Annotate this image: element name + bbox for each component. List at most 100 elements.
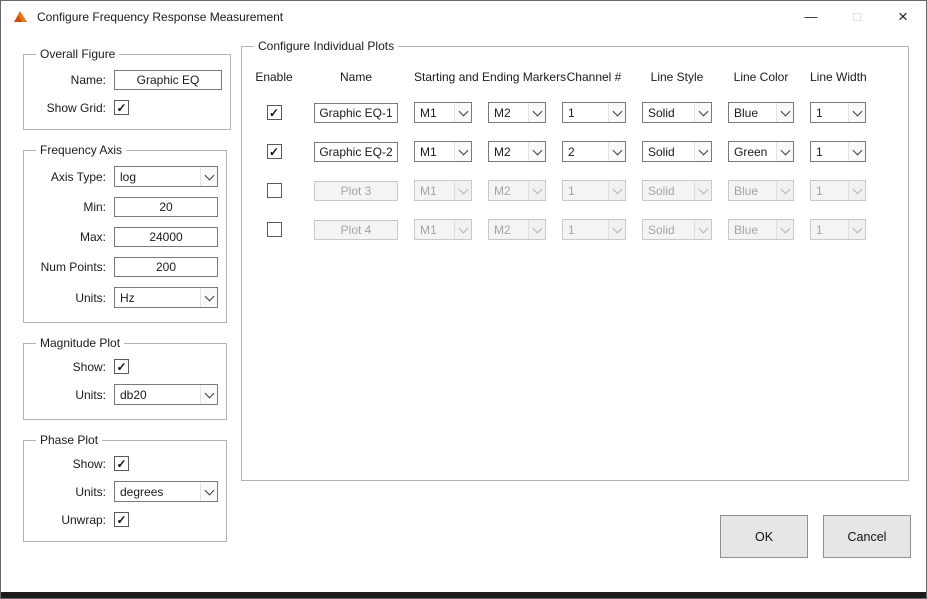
chevron-down-icon — [694, 142, 711, 161]
window-controls: — □ × — [788, 1, 926, 32]
plot4-start-marker-dropdown: M1 — [414, 219, 472, 240]
plots-header-row: Enable Name Starting and Ending Markers … — [250, 70, 900, 84]
unwrap-checkbox[interactable]: ✓ — [114, 512, 129, 527]
maximize-button[interactable]: □ — [834, 1, 880, 32]
phase-plot-group: Phase Plot Show: ✓ Units: degrees Unwrap… — [23, 433, 227, 542]
configure-individual-plots-group: Configure Individual Plots Enable Name S… — [241, 39, 909, 481]
chevron-down-icon — [776, 220, 793, 239]
header-line-style: Line Style — [642, 70, 712, 84]
plot1-start-marker-dropdown[interactable]: M1 — [414, 102, 472, 123]
plot4-line-width-dropdown: 1 — [810, 219, 866, 240]
plot3-start-marker-dropdown: M1 — [414, 180, 472, 201]
plot2-start-marker-dropdown[interactable]: M1 — [414, 141, 472, 162]
header-enable: Enable — [250, 70, 298, 84]
plot3-line-style-dropdown: Solid — [642, 180, 712, 201]
chevron-down-icon — [608, 181, 625, 200]
cancel-button[interactable]: Cancel — [823, 515, 911, 558]
chevron-down-icon — [528, 103, 545, 122]
chevron-down-icon — [200, 167, 217, 186]
plot2-name-input[interactable] — [314, 142, 398, 162]
plot2-enable-checkbox[interactable]: ✓ — [267, 144, 282, 159]
figure-name-label: Name: — [32, 73, 106, 87]
chevron-down-icon — [200, 385, 217, 404]
plot1-name-input[interactable] — [314, 103, 398, 123]
plot1-line-style-dropdown[interactable]: Solid — [642, 102, 712, 123]
header-line-color: Line Color — [728, 70, 794, 84]
left-settings-column: Overall Figure Name: Show Grid: ✓ Freque… — [23, 47, 223, 555]
plot1-channel-dropdown[interactable]: 1 — [562, 102, 626, 123]
axis-type-label: Axis Type: — [32, 170, 106, 184]
plot-row-1: ✓ M1 M2 1 Solid Blue 1 — [250, 102, 900, 123]
plot4-name-input — [314, 220, 398, 240]
plot2-line-color-dropdown[interactable]: Green — [728, 141, 794, 162]
dialog-window: Configure Frequency Response Measurement… — [0, 0, 927, 599]
freq-max-label: Max: — [32, 230, 106, 244]
plot1-enable-checkbox[interactable]: ✓ — [267, 105, 282, 120]
minimize-button[interactable]: — — [788, 1, 834, 32]
chevron-down-icon — [528, 220, 545, 239]
plot-row-4: M1 M2 1 Solid Blue 1 — [250, 219, 900, 240]
plot4-enable-checkbox[interactable] — [267, 222, 282, 237]
plot4-line-color-dropdown: Blue — [728, 219, 794, 240]
freq-max-input[interactable] — [114, 227, 218, 247]
plot2-channel-dropdown[interactable]: 2 — [562, 141, 626, 162]
freq-min-input[interactable] — [114, 197, 218, 217]
chevron-down-icon — [608, 220, 625, 239]
freq-min-label: Min: — [32, 200, 106, 214]
plot2-line-width-dropdown[interactable]: 1 — [810, 141, 866, 162]
plot3-line-color-dropdown: Blue — [728, 180, 794, 201]
chevron-down-icon — [776, 181, 793, 200]
unwrap-label: Unwrap: — [32, 513, 106, 527]
plot1-line-width-dropdown[interactable]: 1 — [810, 102, 866, 123]
freq-units-dropdown[interactable]: Hz — [114, 287, 218, 308]
magnitude-units-dropdown[interactable]: db20 — [114, 384, 218, 405]
chevron-down-icon — [454, 103, 471, 122]
magnitude-units-label: Units: — [32, 388, 106, 402]
num-points-label: Num Points: — [32, 260, 106, 274]
show-grid-label: Show Grid: — [32, 101, 106, 115]
header-line-width: Line Width — [810, 70, 866, 84]
ok-button[interactable]: OK — [720, 515, 808, 558]
header-name: Name — [314, 70, 398, 84]
frequency-axis-group-title: Frequency Axis — [36, 143, 126, 157]
chevron-down-icon — [608, 103, 625, 122]
show-grid-checkbox[interactable]: ✓ — [114, 100, 129, 115]
window-title: Configure Frequency Response Measurement — [37, 10, 283, 24]
chevron-down-icon — [608, 142, 625, 161]
plot1-line-color-dropdown[interactable]: Blue — [728, 102, 794, 123]
num-points-input[interactable] — [114, 257, 218, 277]
chevron-down-icon — [528, 181, 545, 200]
figure-name-input[interactable] — [114, 70, 222, 90]
plot3-enable-checkbox[interactable] — [267, 183, 282, 198]
chevron-down-icon — [528, 142, 545, 161]
chevron-down-icon — [200, 482, 217, 501]
chevron-down-icon — [776, 103, 793, 122]
plot-row-3: M1 M2 1 Solid Blue 1 — [250, 180, 900, 201]
plot2-line-style-dropdown[interactable]: Solid — [642, 141, 712, 162]
plot2-end-marker-dropdown[interactable]: M2 — [488, 141, 546, 162]
magnitude-show-checkbox[interactable]: ✓ — [114, 359, 129, 374]
screen-bottom-edge — [1, 592, 926, 598]
chevron-down-icon — [848, 181, 865, 200]
overall-figure-group-title: Overall Figure — [36, 47, 119, 61]
header-channel: Channel # — [562, 70, 626, 84]
chevron-down-icon — [776, 142, 793, 161]
chevron-down-icon — [694, 181, 711, 200]
chevron-down-icon — [200, 288, 217, 307]
matlab-app-icon — [12, 9, 29, 24]
axis-type-dropdown[interactable]: log — [114, 166, 218, 187]
chevron-down-icon — [454, 142, 471, 161]
plot4-channel-dropdown: 1 — [562, 219, 626, 240]
phase-units-label: Units: — [32, 485, 106, 499]
chevron-down-icon — [848, 142, 865, 161]
plot1-end-marker-dropdown[interactable]: M2 — [488, 102, 546, 123]
titlebar: Configure Frequency Response Measurement… — [1, 1, 926, 32]
header-markers: Starting and Ending Markers — [414, 70, 546, 84]
chevron-down-icon — [848, 220, 865, 239]
phase-plot-group-title: Phase Plot — [36, 433, 102, 447]
phase-units-dropdown[interactable]: degrees — [114, 481, 218, 502]
plot3-end-marker-dropdown: M2 — [488, 180, 546, 201]
phase-show-checkbox[interactable]: ✓ — [114, 456, 129, 471]
close-button[interactable]: × — [880, 1, 926, 32]
magnitude-show-label: Show: — [32, 360, 106, 374]
